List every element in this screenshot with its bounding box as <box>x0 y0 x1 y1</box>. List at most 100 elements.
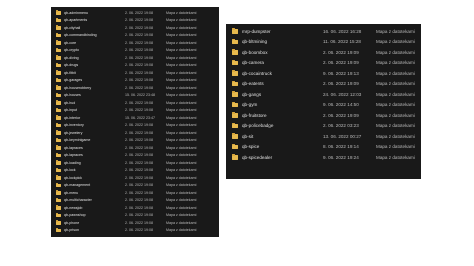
folder-name: qb-policebadge <box>242 123 274 129</box>
folder-row[interactable]: qb-eatents 2. 06. 2022 19:09 Mapa z datote… <box>226 79 421 90</box>
folder-row[interactable]: qb-prison 2. 06. 2022 19:08 Mapa z datotek… <box>51 227 219 235</box>
item-type: Mapa z datotekami <box>166 100 197 105</box>
modified-date: 2. 06. 2022 19:08 <box>125 175 153 180</box>
modified-date: 2. 06. 2022 19:08 <box>125 40 153 45</box>
folder-row[interactable]: qb-policebadge 2. 06. 2022 03:23 Mapa z da… <box>226 121 421 132</box>
folder-name: qb-inventory <box>64 123 84 128</box>
item-type: Mapa z datotekami <box>376 39 415 45</box>
item-type: Mapa z datotekami <box>166 160 197 165</box>
folder-row[interactable]: qb-garages 2. 06. 2022 19:08 Mapa z datote… <box>51 77 219 85</box>
folder-row[interactable]: qb-input 2. 06. 2022 19:08 Mapa z datoteka… <box>51 107 219 115</box>
modified-date: 2. 06. 2022 19:08 <box>125 100 153 105</box>
item-type: Mapa z datotekami <box>166 108 197 113</box>
folder-icon <box>232 101 238 107</box>
folder-row[interactable]: qb-camera 2. 06. 2022 19:09 Mapa z datotek… <box>226 58 421 69</box>
folder-row[interactable]: qb-apartments 2. 06. 2022 19:08 Mapa z dat… <box>51 17 219 25</box>
folder-row[interactable]: qb-fruitstore 2. 06. 2022 19:09 Mapa z dat… <box>226 110 421 121</box>
folder-icon <box>56 167 61 172</box>
folder-row[interactable]: qb-crypto 2. 06. 2022 19:08 Mapa z datotek… <box>51 47 219 55</box>
folder-row[interactable]: qb-menu 2. 06. 2022 19:08 Mapa z datotekam… <box>51 189 219 197</box>
folder-row[interactable]: qb-spicedealer 9. 06. 2022 19:24 Mapa z da… <box>226 152 421 163</box>
folder-row[interactable]: qb-cityhall 2. 06. 2022 19:08 Mapa z datot… <box>51 24 219 32</box>
folder-row[interactable]: qb-interior 15. 06. 2022 23:47 Mapa z dato… <box>51 114 219 122</box>
folder-name: qb-diving <box>64 55 79 60</box>
folder-row[interactable]: qb-drugs 2. 06. 2022 19:08 Mapa z datoteka… <box>51 62 219 70</box>
folder-row[interactable]: qb-fitbit 2. 06. 2022 19:08 Mapa z datotek… <box>51 69 219 77</box>
item-type: Mapa z datotekami <box>166 145 197 150</box>
modified-date: 2. 06. 2022 19:08 <box>125 213 153 218</box>
item-type: Mapa z datotekami <box>166 70 197 75</box>
modified-date: 2. 06. 2022 19:08 <box>125 198 153 203</box>
modified-date: 2. 06. 2022 19:08 <box>125 18 153 23</box>
modified-date: 2. 06. 2022 19:08 <box>125 70 153 75</box>
folder-row[interactable]: qb-gym 9. 06. 2022 14:50 Mapa z datotekami <box>226 100 421 111</box>
folder-icon <box>56 70 61 75</box>
modified-date: 2. 06. 2022 19:08 <box>125 108 153 113</box>
item-type: Mapa z datotekami <box>376 28 415 34</box>
folder-row[interactable]: qb-lapraces 2. 06. 2022 19:08 Mapa z datot… <box>51 152 219 160</box>
folder-row[interactable]: qb-pawnshop 2. 06. 2022 19:08 Mapa z datot… <box>51 212 219 220</box>
folder-row[interactable]: qb-phone 2. 06. 2022 19:08 Mapa z datoteka… <box>51 219 219 227</box>
folder-row[interactable]: qb-loading 2. 06. 2022 19:08 Mapa z datote… <box>51 159 219 167</box>
folder-icon <box>56 145 61 150</box>
folder-name: qb-boombox <box>242 49 268 55</box>
folder-row[interactable]: qb-management 2. 06. 2022 19:08 Mapa z dat… <box>51 182 219 190</box>
right-file-list-window: mrp-dumpster 16. 06. 2022 16:28 Mapa z dat… <box>226 24 421 179</box>
modified-date: 2. 06. 2022 03:23 <box>323 123 359 129</box>
modified-date: 2. 06. 2022 19:08 <box>125 10 153 15</box>
folder-icon <box>56 137 61 142</box>
modified-date: 2. 06. 2022 19:08 <box>125 183 153 188</box>
folder-row[interactable]: qb-commandbinding 2. 06. 2022 19:08 Mapa z… <box>51 32 219 40</box>
folder-row[interactable]: qb-hud 2. 06. 2022 19:08 Mapa z datotekami <box>51 99 219 107</box>
folder-row[interactable]: qb-core 2. 06. 2022 19:08 Mapa z datotekam… <box>51 39 219 47</box>
modified-date: 2. 06. 2022 19:08 <box>125 123 153 128</box>
modified-date: 2. 06. 2022 19:08 <box>125 190 153 195</box>
item-type: Mapa z datotekami <box>166 85 197 90</box>
folder-row[interactable]: qb-houserobbery 2. 06. 2022 19:08 Mapa z d… <box>51 84 219 92</box>
folder-row[interactable]: qb-spice 8. 06. 2022 19:14 Mapa z datoteka… <box>226 142 421 153</box>
folder-row[interactable]: qb-jewelery 2. 06. 2022 19:08 Mapa z datot… <box>51 129 219 137</box>
folder-name: qb-loading <box>64 160 81 165</box>
folder-row[interactable]: qb-newsjob 2. 06. 2022 19:08 Mapa z datote… <box>51 204 219 212</box>
item-type: Mapa z datotekami <box>376 70 415 76</box>
modified-date: 2. 06. 2022 19:08 <box>125 25 153 30</box>
folder-row[interactable]: qb-adminmenu 2. 06. 2022 19:08 Mapa z dato… <box>51 9 219 17</box>
folder-row[interactable]: qb-houses 15. 06. 2022 23:48 Mapa z datote… <box>51 92 219 100</box>
folder-name: qb-sit <box>242 133 254 139</box>
folder-row[interactable]: qb-bltmining 11. 06. 2022 15:28 Mapa z dat… <box>226 37 421 48</box>
item-type: Mapa z datotekami <box>376 112 415 118</box>
folder-row[interactable]: mrp-dumpster 16. 06. 2022 16:28 Mapa z dat… <box>226 26 421 37</box>
item-type: Mapa z datotekami <box>166 198 197 203</box>
folder-icon <box>232 91 238 97</box>
modified-date: 9. 06. 2022 19:24 <box>323 154 359 160</box>
modified-date: 2. 06. 2022 19:08 <box>125 138 153 143</box>
item-type: Mapa z datotekami <box>376 154 415 160</box>
folder-name: qb-drugs <box>64 63 79 68</box>
modified-date: 24. 06. 2022 12:03 <box>323 91 362 97</box>
item-type: Mapa z datotekami <box>376 133 415 139</box>
folder-row[interactable]: qb-gangs 24. 06. 2022 12:03 Mapa z datotek… <box>226 89 421 100</box>
modified-date: 2. 06. 2022 19:08 <box>125 85 153 90</box>
item-type: Mapa z datotekami <box>166 48 197 53</box>
folder-row[interactable]: qb-multicharacter 2. 06. 2022 19:08 Mapa z… <box>51 197 219 205</box>
folder-row[interactable]: qb-lapraces 2. 06. 2022 19:08 Mapa z datot… <box>51 144 219 152</box>
folder-row[interactable]: qb-sit 13. 06. 2022 00:27 Mapa z datotekam… <box>226 131 421 142</box>
folder-icon <box>56 220 61 225</box>
item-type: Mapa z datotekami <box>166 123 197 128</box>
item-type: Mapa z datotekami <box>166 220 197 225</box>
folder-name: qb-garages <box>64 78 83 83</box>
folder-row[interactable]: qb-boombox 2. 06. 2022 19:09 Mapa z datote… <box>226 47 421 58</box>
folder-name: qb-houserobbery <box>64 85 92 90</box>
modified-date: 16. 06. 2022 16:28 <box>323 28 362 34</box>
folder-row[interactable]: qb-diving 2. 06. 2022 19:08 Mapa z datotek… <box>51 54 219 62</box>
folder-icon <box>56 205 61 210</box>
item-type: Mapa z datotekami <box>166 115 197 120</box>
item-type: Mapa z datotekami <box>376 60 415 66</box>
folder-row[interactable]: qb-lock 2. 06. 2022 19:08 Mapa z datotekam… <box>51 167 219 175</box>
folder-row[interactable]: qb-lockpick 2. 06. 2022 19:08 Mapa z datot… <box>51 174 219 182</box>
folder-row[interactable]: qb-cocaintruck 9. 06. 2022 19:13 Mapa z da… <box>226 68 421 79</box>
item-type: Mapa z datotekami <box>376 91 415 97</box>
folder-name: qb-houses <box>64 93 81 98</box>
folder-row[interactable]: qb-keyminigame 2. 06. 2022 19:08 Mapa z da… <box>51 137 219 145</box>
folder-row[interactable]: qb-inventory 2. 06. 2022 19:08 Mapa z dato… <box>51 122 219 130</box>
